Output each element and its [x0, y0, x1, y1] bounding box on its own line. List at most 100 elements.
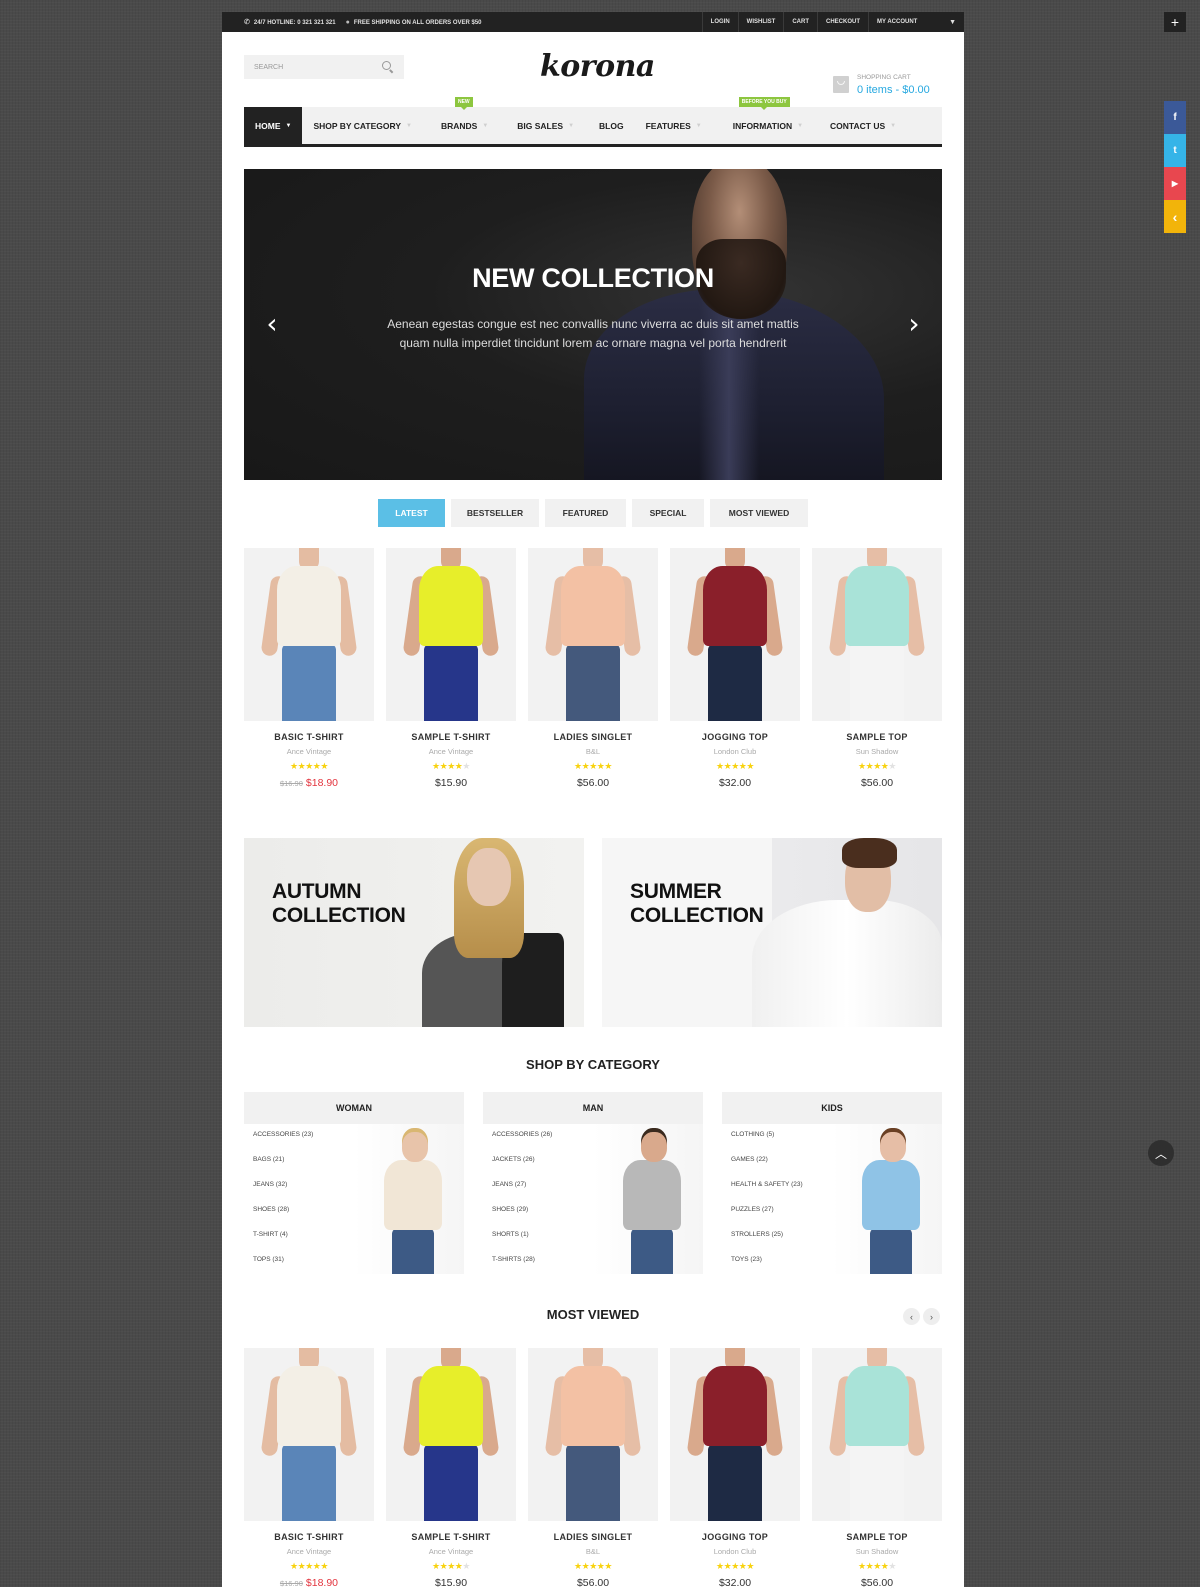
category-header[interactable]: MAN [483, 1092, 703, 1124]
nav-information[interactable]: BEFORE YOU BUY INFORMATION ▼ [713, 97, 814, 144]
search-input[interactable] [254, 63, 382, 71]
product-name[interactable]: BASIC T-SHIRT [244, 732, 374, 742]
product-brand: Ance Vintage [428, 747, 474, 756]
product-name[interactable]: LADIES SINGLET [528, 1532, 658, 1542]
product-name[interactable]: SAMPLE T-SHIRT [386, 1532, 516, 1542]
category-link[interactable]: SHOES (28) [253, 1205, 313, 1230]
shop-by-category-title: SHOP BY CATEGORY [526, 1057, 660, 1072]
login-link[interactable]: LOGIN [701, 12, 738, 32]
rating-stars: ★★★★★ [858, 761, 896, 771]
category-link[interactable]: JEANS (27) [492, 1180, 552, 1205]
wishlist-link[interactable]: WISHLIST [737, 12, 784, 32]
category-header[interactable]: WOMAN [244, 1092, 464, 1124]
product-image[interactable] [528, 548, 658, 721]
category-image [593, 1124, 703, 1274]
category-link[interactable]: ACCESSORIES (23) [253, 1130, 313, 1155]
category-link[interactable]: T-SHIRT (4) [253, 1230, 313, 1255]
shopping-cart[interactable]: SHOPPING CART 0 items - $0.00 [833, 72, 930, 96]
search-icon[interactable] [382, 61, 394, 73]
category-image [354, 1124, 464, 1274]
product-card[interactable]: SAMPLE TOP Sun Shadow ★★★★★ $56.00 [812, 1348, 942, 1587]
nav-home[interactable]: HOME ▼ [244, 107, 303, 144]
nav-contact-us[interactable]: CONTACT US ▼ [814, 107, 907, 144]
product-image[interactable] [670, 548, 800, 721]
product-image[interactable] [244, 548, 374, 721]
category-link[interactable]: JACKETS (26) [492, 1155, 552, 1180]
twitter-icon[interactable]: t [1164, 134, 1186, 167]
product-card[interactable]: JOGGING TOP London Club ★★★★★ $32.00 [670, 1348, 800, 1587]
category-link[interactable]: PUZZLES (27) [731, 1205, 803, 1230]
tab-bestseller[interactable]: BESTSELLER [451, 499, 539, 527]
nav-shop-by-category[interactable]: SHOP BY CATEGORY ▼ [302, 107, 423, 144]
category-link[interactable]: GAMES (22) [731, 1155, 803, 1180]
slider-next-arrow-icon[interactable]: › [904, 310, 924, 338]
scroll-to-top-icon[interactable]: ︿ [1148, 1140, 1174, 1166]
product-image[interactable] [244, 1348, 374, 1521]
category-link[interactable]: ACCESSORIES (26) [492, 1130, 552, 1155]
product-card[interactable]: SAMPLE TOP Sun Shadow ★★★★★ $56.00 [812, 548, 942, 789]
my-account-dropdown[interactable]: MY ACCOUNT ▼ [868, 12, 964, 32]
product-name[interactable]: SAMPLE T-SHIRT [386, 732, 516, 742]
caret-down-icon: ▼ [285, 122, 292, 129]
rating-stars: ★★★★★ [290, 1561, 328, 1571]
category-link[interactable]: BAGS (21) [253, 1155, 313, 1180]
plus-icon[interactable]: + [1164, 12, 1186, 32]
product-card[interactable]: BASIC T-SHIRT Ance Vintage ★★★★★ $16.90 $18.… [244, 1348, 374, 1587]
youtube-icon[interactable]: ▶ [1164, 167, 1186, 200]
summer-collection-banner[interactable]: SUMMER COLLECTION [602, 838, 942, 1027]
cart-link[interactable]: CART [783, 12, 817, 32]
price: $32.00 [718, 1577, 752, 1587]
cart-amount[interactable]: 0 items - $0.00 [857, 84, 930, 96]
nav-big-sales[interactable]: BIG SALES ▼ [499, 107, 585, 144]
category-link[interactable]: HEALTH & SAFETY (23) [731, 1180, 803, 1205]
tab-featured[interactable]: FEATURED [545, 499, 626, 527]
category-link[interactable]: SHOES (29) [492, 1205, 552, 1230]
product-name[interactable]: SAMPLE TOP [812, 732, 942, 742]
category-link[interactable]: JEANS (32) [253, 1180, 313, 1205]
tab-latest[interactable]: LATEST [378, 499, 445, 527]
product-image[interactable] [812, 548, 942, 721]
checkout-link[interactable]: CHECKOUT [817, 12, 868, 32]
product-name[interactable]: SAMPLE TOP [812, 1532, 942, 1542]
product-image[interactable] [386, 548, 516, 721]
nav-brands[interactable]: NEW BRANDS ▼ [423, 97, 499, 144]
product-card[interactable]: BASIC T-SHIRT Ance Vintage ★★★★★ $16.90 $18.… [244, 548, 374, 789]
product-name[interactable]: BASIC T-SHIRT [244, 1532, 374, 1542]
product-image[interactable] [670, 1348, 800, 1521]
nav-features[interactable]: FEATURES ▼ [635, 107, 713, 144]
autumn-collection-banner[interactable]: AUTUMN COLLECTION [244, 838, 584, 1027]
product-price: $56.00 [812, 777, 942, 789]
product-card[interactable]: SAMPLE T-SHIRT Ance Vintage ★★★★★ $15.90 [386, 1348, 516, 1587]
product-card[interactable]: LADIES SINGLET B&L ★★★★★ $56.00 [528, 1348, 658, 1587]
product-image[interactable] [528, 1348, 658, 1521]
category-link[interactable]: TOYS (23) [731, 1255, 803, 1280]
nav-blog[interactable]: BLOG [585, 107, 635, 144]
slider-prev-arrow-icon[interactable]: ‹ [262, 310, 282, 338]
category-link[interactable]: STROLLERS (25) [731, 1230, 803, 1255]
category-link[interactable]: CLOTHING (5) [731, 1130, 803, 1155]
category-link[interactable]: T-SHIRTS (28) [492, 1255, 552, 1280]
product-card[interactable]: SAMPLE T-SHIRT Ance Vintage ★★★★★ $15.90 [386, 548, 516, 789]
product-brand: B&L [585, 1547, 601, 1556]
product-card[interactable]: JOGGING TOP London Club ★★★★★ $32.00 [670, 548, 800, 789]
tab-special[interactable]: SPECIAL [632, 499, 704, 527]
facebook-icon[interactable]: f [1164, 101, 1186, 134]
page: ✆ 24/7 HOTLINE: 0 321 321 321 ● FREE SHIPP… [222, 12, 964, 1587]
category-header[interactable]: KIDS [722, 1092, 942, 1124]
product-price: $32.00 [670, 1577, 800, 1587]
product-name[interactable]: JOGGING TOP [670, 732, 800, 742]
carousel-prev-icon[interactable]: ‹ [903, 1308, 920, 1325]
logo[interactable]: korona [540, 52, 655, 82]
product-image[interactable] [386, 1348, 516, 1521]
tab-most-viewed[interactable]: MOST VIEWED [710, 499, 808, 527]
chevron-left-icon[interactable]: ‹ [1164, 200, 1186, 233]
carousel-nav: ‹ › [903, 1308, 940, 1325]
category-link[interactable]: SHORTS (1) [492, 1230, 552, 1255]
product-name[interactable]: LADIES SINGLET [528, 732, 658, 742]
product-card[interactable]: LADIES SINGLET B&L ★★★★★ $56.00 [528, 548, 658, 789]
category-link[interactable]: TOPS (31) [253, 1255, 313, 1280]
product-name[interactable]: JOGGING TOP [670, 1532, 800, 1542]
product-image[interactable] [812, 1348, 942, 1521]
carousel-next-icon[interactable]: › [923, 1308, 940, 1325]
hotline: ✆ 24/7 HOTLINE: 0 321 321 321 [244, 19, 336, 26]
